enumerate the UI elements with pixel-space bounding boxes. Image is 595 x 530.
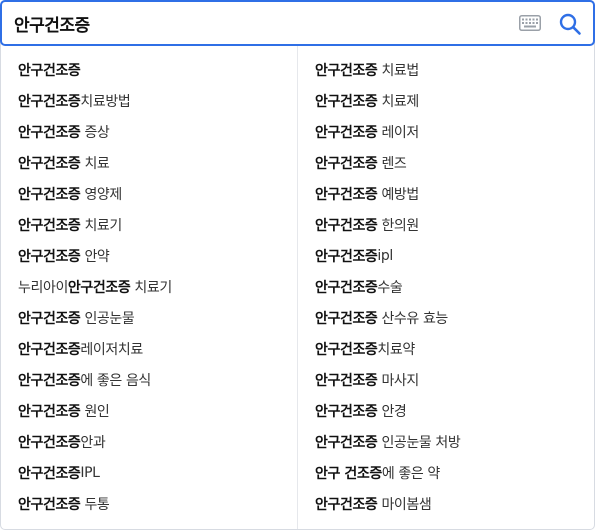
suggestion-suffix: 안과 — [80, 434, 106, 451]
suggestion-item[interactable]: 안구건조증 에 좋은 음식 — [18, 364, 288, 395]
suggestion-match: 안구건조증 — [18, 372, 81, 389]
suggestion-suffix: 한의원 — [377, 217, 419, 234]
suggestion-suffix: 증상 — [80, 124, 110, 141]
suggestion-item[interactable]: 안구건조증 치료기 — [18, 209, 288, 240]
keyboard-icon[interactable] — [519, 15, 541, 31]
suggestion-suffix: 안약 — [80, 248, 110, 265]
suggestion-suffix: 두통 — [80, 496, 110, 513]
suggestion-item[interactable]: 안구건조증 수술 — [315, 271, 585, 302]
suggestion-suffix: 인공눈물 처방 — [377, 434, 461, 451]
suggestion-match: 안구건조증 — [315, 217, 378, 234]
suggestion-match: 안구건조증 — [315, 124, 378, 141]
suggestion-match: 안구건조증 — [315, 155, 378, 172]
suggestion-item[interactable]: 안구건조증 — [18, 54, 288, 85]
suggestion-match: 안구건조증 — [315, 186, 378, 203]
suggestion-item[interactable]: 안구건조증 인공눈물 처방 — [315, 426, 585, 457]
suggestion-item[interactable]: 안구 건조증 에 좋은 약 — [315, 457, 585, 488]
suggestion-item[interactable]: 안구건조증 치료제 — [315, 85, 585, 116]
suggestion-suffix: 치료제 — [377, 93, 419, 110]
suggestion-match: 안구 건조증 — [315, 465, 382, 482]
suggestion-match: 안구건조증 — [18, 93, 81, 110]
suggestion-match: 안구건조증 — [18, 62, 81, 79]
suggestion-item[interactable]: 안구건조증 두통 — [18, 488, 288, 519]
suggestion-match: 안구건조증 — [18, 403, 81, 420]
suggestion-suffix: 인공눈물 — [80, 310, 135, 327]
suggestion-suffix: 치료방법 — [80, 93, 131, 110]
suggestion-item[interactable]: 안구건조증 인공눈물 — [18, 302, 288, 333]
suggestion-match: 안구건조증 — [18, 434, 81, 451]
suggestion-item[interactable]: 누리아이 안구건조증 치료기 — [18, 271, 288, 302]
suggestion-match: 안구건조증 — [18, 465, 81, 482]
suggestion-item[interactable]: 안구건조증 예방법 — [315, 178, 585, 209]
suggestion-list-right: 안구건조증 치료법 안구건조증 치료제 안구건조증 레이저 안구건조증 렌즈 안구건조증… — [315, 54, 585, 519]
suggestion-match: 안구건조증 — [18, 124, 81, 141]
suggestion-match: 안구건조증 — [18, 248, 81, 265]
suggestion-suffix: 마사지 — [377, 372, 419, 389]
suggestion-suffix: 예방법 — [377, 186, 419, 203]
suggestion-match: 안구건조증 — [315, 248, 378, 265]
suggestion-item[interactable]: 안구건조증 산수유 효능 — [315, 302, 585, 333]
suggestion-suffix: 마이봄샘 — [377, 496, 432, 513]
suggestion-item[interactable]: 안구건조증 안약 — [18, 240, 288, 271]
suggestion-suffix: 치료 — [80, 155, 110, 172]
suggestion-match: 안구건조증 — [315, 372, 378, 389]
suggestion-match: 안구건조증 — [18, 186, 81, 203]
suggestion-suffix: ipl — [377, 247, 393, 264]
suggestion-match: 안구건조증 — [18, 217, 81, 234]
suggestion-list-left: 안구건조증 안구건조증 치료방법 안구건조증 증상 안구건조증 치료 안구건조증 영양제 안… — [18, 54, 288, 519]
suggestion-item[interactable]: 안구건조증 치료방법 — [18, 85, 288, 116]
search-input[interactable]: 안구건조증 — [14, 2, 494, 44]
suggestion-suffix: 치료약 — [377, 341, 415, 358]
suggestion-match: 안구건조증 — [315, 434, 378, 451]
suggestion-suffix: 치료법 — [377, 62, 419, 79]
suggestion-item[interactable]: 안구건조증 IPL — [18, 457, 288, 488]
suggestion-item[interactable]: 안구건조증 렌즈 — [315, 147, 585, 178]
suggestion-suffix: 수술 — [377, 279, 403, 296]
suggestion-item[interactable]: 안구건조증 치료법 — [315, 54, 585, 85]
suggestion-item[interactable]: 안구건조증 마이봄샘 — [315, 488, 585, 519]
suggestion-item[interactable]: 안구건조증 영양제 — [18, 178, 288, 209]
suggestion-item[interactable]: 안구건조증 레이저 — [315, 116, 585, 147]
suggestion-suffix: 안경 — [377, 403, 407, 420]
suggestion-suffix: IPL — [80, 464, 100, 481]
column-divider — [297, 46, 298, 529]
suggestion-item[interactable]: 안구건조증 치료 — [18, 147, 288, 178]
suggestion-suffix: 레이저치료 — [80, 341, 143, 358]
suggestion-item[interactable]: 안구건조증 마사지 — [315, 364, 585, 395]
suggestion-match: 안구건조증 — [315, 341, 378, 358]
suggestion-match: 안구건조증 — [315, 62, 378, 79]
suggestion-suffix: 에 좋은 음식 — [80, 372, 151, 389]
search-bar[interactable]: 안구건조증 — [0, 0, 595, 46]
suggestion-prefix: 누리아이 — [18, 279, 68, 296]
suggestion-item[interactable]: 안구건조증 원인 — [18, 395, 288, 426]
search-icon[interactable] — [558, 12, 582, 36]
suggestion-item[interactable]: 안구건조증 ipl — [315, 240, 585, 271]
suggestion-suffix: 원인 — [80, 403, 110, 420]
suggestion-match: 안구건조증 — [18, 310, 81, 327]
suggestion-suffix: 치료기 — [130, 279, 172, 296]
suggestion-match: 안구건조증 — [315, 279, 378, 296]
suggestion-match: 안구건조증 — [18, 496, 81, 513]
suggestion-suffix: 치료기 — [80, 217, 122, 234]
suggestion-match: 안구건조증 — [315, 403, 378, 420]
suggestion-item[interactable]: 안구건조증 안경 — [315, 395, 585, 426]
suggestion-suffix: 영양제 — [80, 186, 122, 203]
suggestion-suffix: 렌즈 — [377, 155, 407, 172]
suggestion-match: 안구건조증 — [315, 496, 378, 513]
suggestion-suffix: 산수유 효능 — [377, 310, 448, 327]
suggestion-match: 안구건조증 — [18, 155, 81, 172]
suggestion-suffix: 에 좋은 약 — [381, 465, 440, 482]
suggestion-suffix: 레이저 — [377, 124, 419, 141]
suggestion-item[interactable]: 안구건조증 한의원 — [315, 209, 585, 240]
suggestion-match: 안구건조증 — [67, 279, 131, 296]
suggestion-match: 안구건조증 — [18, 341, 81, 358]
suggestion-match: 안구건조증 — [315, 93, 378, 110]
suggestion-match: 안구건조증 — [315, 310, 378, 327]
suggestion-item[interactable]: 안구건조증 치료약 — [315, 333, 585, 364]
suggestion-item[interactable]: 안구건조증 증상 — [18, 116, 288, 147]
suggestion-item[interactable]: 안구건조증 레이저치료 — [18, 333, 288, 364]
suggestion-item[interactable]: 안구건조증 안과 — [18, 426, 288, 457]
